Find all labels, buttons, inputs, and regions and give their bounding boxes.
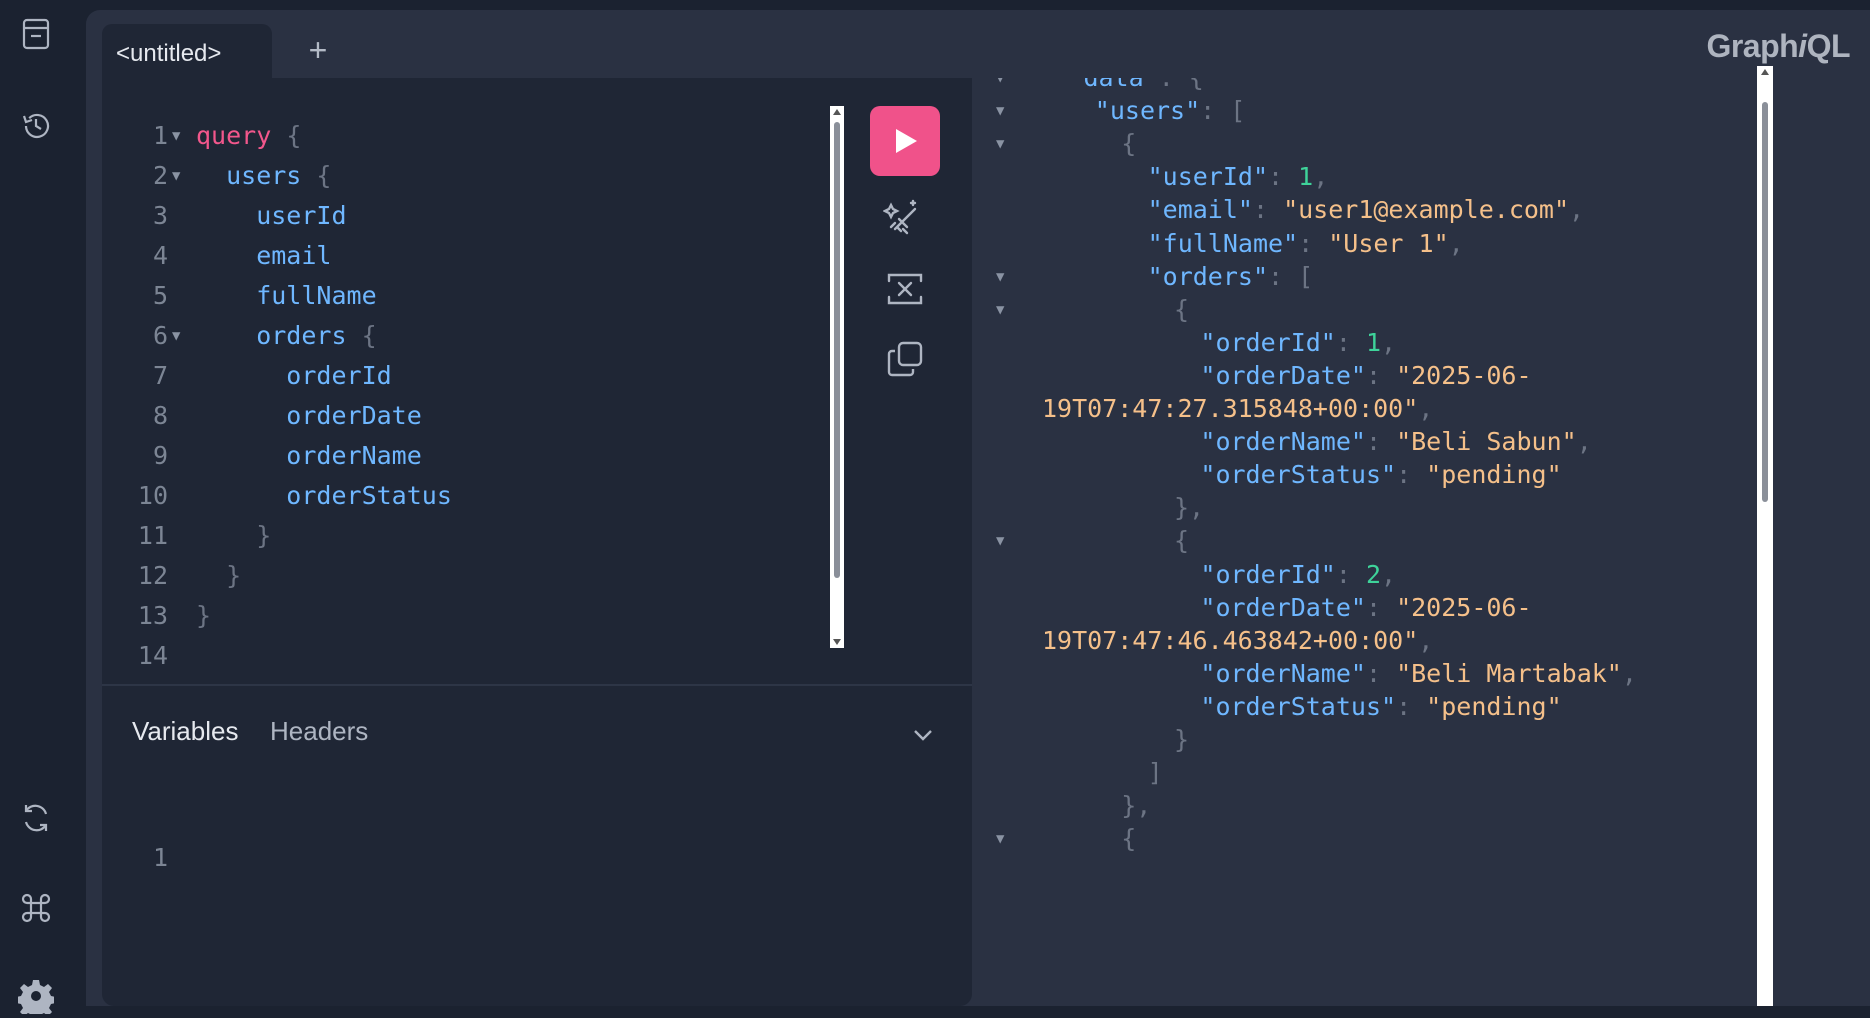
code-text: orderId: [196, 361, 392, 390]
merge-fragments-button[interactable]: [878, 262, 932, 316]
result-line: ▼{: [972, 819, 1852, 859]
line-number: 1: [152, 843, 168, 872]
code-text: userId: [196, 201, 347, 230]
docs-button[interactable]: [14, 12, 58, 56]
line-number: 3: [152, 201, 168, 230]
tab-bar: <untitled> + GraphiQL: [86, 10, 1870, 86]
line-number: 13: [137, 601, 168, 630]
scroll-up-arrow-icon[interactable]: [1761, 69, 1769, 75]
settings-icon: [18, 980, 54, 1014]
add-tab-button[interactable]: +: [300, 34, 336, 70]
main-frame: <untitled> + GraphiQL 1 ▼ query {2 ▼ users …: [86, 10, 1870, 1006]
docs-icon: [22, 18, 50, 50]
settings-button[interactable]: [14, 974, 58, 1018]
code-text: query {: [196, 121, 302, 150]
tab-variables[interactable]: Variables: [132, 716, 238, 747]
prettify-button[interactable]: [878, 192, 932, 246]
tab-untitled[interactable]: <untitled>: [102, 24, 272, 86]
line-number: 9: [152, 441, 168, 470]
refetch-schema-icon: [24, 804, 48, 832]
result-text: {: [1121, 824, 1137, 854]
line-number: 10: [137, 481, 168, 510]
scrollbar-thumb[interactable]: [1762, 102, 1768, 502]
result-scrollbar[interactable]: [1757, 66, 1773, 1006]
code-text: users {: [196, 161, 332, 190]
graphiql-logo: GraphiQL: [1706, 28, 1850, 64]
line-number: 5: [152, 281, 168, 310]
shortcuts-button[interactable]: [14, 886, 58, 930]
code-text: orderStatus: [196, 481, 452, 510]
copy-icon: [887, 341, 923, 377]
query-editor-pane: 1 ▼ query {2 ▼ users {3 userId 4 email 5 full…: [102, 78, 972, 1006]
line-number: 6: [152, 321, 168, 350]
code-text: orderDate: [196, 401, 422, 430]
line-number: 2: [152, 161, 168, 190]
code-text: email: [196, 241, 332, 270]
scroll-up-arrow-icon[interactable]: [833, 109, 841, 115]
code-text: fullName: [196, 281, 377, 310]
history-icon: [22, 113, 50, 139]
query-editor[interactable]: 1 ▼ query {2 ▼ users {3 userId 4 email 5 full…: [102, 116, 842, 676]
copy-query-button[interactable]: [878, 332, 932, 386]
prettify-icon: [883, 199, 917, 235]
editor-tools-tabs: Variables Headers: [102, 686, 972, 776]
scroll-down-arrow-icon[interactable]: [833, 639, 841, 645]
execute-query-button[interactable]: [870, 106, 940, 176]
merge-fragments-icon: [887, 273, 923, 305]
scrollbar-thumb[interactable]: [834, 122, 840, 578]
shortcuts-icon: [21, 893, 51, 923]
sidebar: [0, 0, 86, 1014]
line-number: 11: [137, 521, 168, 550]
fold-toggle-icon[interactable]: ▼: [172, 316, 180, 356]
line-number: 8: [152, 401, 168, 430]
fold-toggle-icon[interactable]: ▼: [172, 156, 180, 196]
fold-toggle-icon[interactable]: ▼: [172, 116, 180, 156]
code-text: }: [196, 601, 212, 630]
line-number: 4: [152, 241, 168, 270]
query-editor-scrollbar[interactable]: [830, 106, 844, 648]
fold-toggle-icon[interactable]: ▼: [996, 819, 1004, 859]
play-icon: [896, 129, 917, 153]
code-text: }: [196, 521, 272, 550]
line-number: 1: [152, 121, 168, 150]
code-text: orderName: [196, 441, 422, 470]
history-button[interactable]: [14, 104, 58, 148]
tab-headers[interactable]: Headers: [270, 716, 368, 747]
variables-editor[interactable]: 1: [102, 798, 972, 872]
code-text: orders {: [196, 321, 377, 350]
result-viewer: ▼"data": {▼"users": [▼{"userId": 1,"emai…: [972, 78, 1870, 1006]
code-text: }: [196, 561, 242, 590]
refetch-schema-button[interactable]: [14, 796, 58, 840]
tab-label: <untitled>: [116, 40, 222, 67]
line-number: 12: [137, 561, 168, 590]
line-number: 7: [152, 361, 168, 390]
line-number: 14: [137, 641, 168, 670]
chevron-down-icon[interactable]: [908, 720, 938, 750]
